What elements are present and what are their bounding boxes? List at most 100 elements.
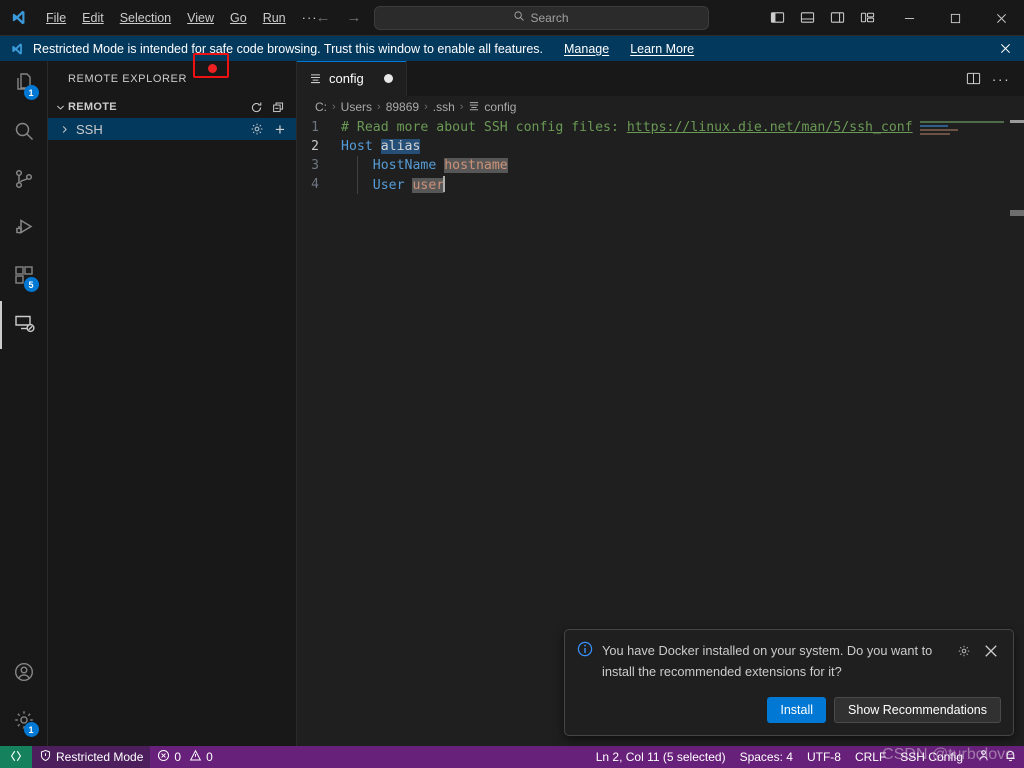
- vscode-logo-icon: [10, 42, 24, 56]
- tab-label: config: [329, 71, 364, 86]
- sidebar-item-explorer[interactable]: 1: [0, 61, 48, 109]
- remote-icon: [9, 749, 23, 766]
- code-line-3[interactable]: 3 HostName hostname: [297, 156, 918, 175]
- sidebar-item-run-and-debug[interactable]: [0, 205, 48, 253]
- collapse-all-icon[interactable]: [268, 97, 288, 117]
- go-forward-icon[interactable]: →: [347, 10, 362, 25]
- remote-explorer-icon: [12, 311, 36, 340]
- sidebar-item-extensions[interactable]: 5: [0, 253, 48, 301]
- status-problems[interactable]: 0 0: [150, 746, 219, 768]
- sidebar-item-remote-explorer[interactable]: [0, 301, 48, 349]
- refresh-icon[interactable]: [246, 97, 266, 117]
- menu-edit-label: Edit: [82, 10, 104, 25]
- search-icon: [513, 10, 525, 25]
- overview-ruler-mark: [1010, 120, 1024, 123]
- sidebar-item-source-control[interactable]: [0, 157, 48, 205]
- code-line-1[interactable]: 1 # Read more about SSH config files: ht…: [297, 118, 918, 137]
- navigation-arrows: ← →: [316, 10, 362, 25]
- sidebar-remote-explorer: REMOTE EXPLORER REMOTE SSH +: [48, 53, 297, 746]
- tab-dirty-indicator[interactable]: [383, 74, 393, 83]
- status-editor-selection[interactable]: Ln 2, Col 11 (5 selected): [589, 746, 733, 768]
- add-new-icon[interactable]: +: [270, 119, 290, 139]
- notification-icon-actions: [954, 641, 1001, 661]
- breadcrumb-item-4[interactable]: config: [468, 100, 516, 115]
- vscode-window: File Edit Selection View Go Run ··· ← → …: [0, 0, 1024, 768]
- breadcrumb-separator: ›: [459, 101, 464, 113]
- breadcrumb-item-2[interactable]: 89869: [386, 100, 419, 114]
- menu-run[interactable]: Run: [255, 7, 294, 29]
- tree-item-ssh[interactable]: SSH +: [48, 118, 296, 140]
- show-recommendations-button[interactable]: Show Recommendations: [834, 697, 1001, 723]
- overview-ruler-mark: [1010, 210, 1024, 216]
- minimap-line: [920, 129, 958, 131]
- sidebar-item-accounts[interactable]: [0, 650, 48, 698]
- toggle-panel-icon[interactable]: [794, 5, 820, 31]
- banner-close-icon[interactable]: [995, 39, 1015, 59]
- banner-link-learn-more[interactable]: Learn More: [630, 42, 694, 56]
- line-number: 1: [311, 120, 319, 135]
- status-indentation[interactable]: Spaces: 4: [733, 746, 800, 768]
- line-number: 2: [311, 139, 319, 154]
- code-line-2[interactable]: 2 Host alias: [297, 137, 918, 156]
- command-center-search[interactable]: Search: [373, 5, 709, 30]
- editor-tab-bar: config ···: [297, 61, 1024, 96]
- info-icon: [577, 641, 593, 657]
- sidebar-item-manage-settings[interactable]: 1: [0, 698, 48, 746]
- menu-file-label: File: [46, 10, 67, 25]
- error-icon: [157, 749, 170, 765]
- customize-layout-icon[interactable]: [854, 5, 880, 31]
- toggle-primary-sidebar-icon[interactable]: [764, 5, 790, 31]
- breadcrumb-item-3[interactable]: .ssh: [433, 100, 455, 114]
- split-editor-icon[interactable]: [960, 66, 986, 92]
- status-screencast-mode[interactable]: [970, 746, 997, 768]
- status-eol[interactable]: CRLF: [848, 746, 893, 768]
- notification-buttons: Install Show Recommendations: [577, 697, 1001, 723]
- status-language-mode[interactable]: SSH Config: [893, 746, 970, 768]
- title-bar-right: [764, 0, 1024, 35]
- menu-view[interactable]: View: [179, 7, 222, 29]
- status-remote-indicator[interactable]: [0, 746, 32, 768]
- code-line-4[interactable]: 4 User user: [297, 175, 918, 194]
- person-icon: [977, 749, 990, 765]
- gear-icon[interactable]: [954, 641, 974, 661]
- status-restricted-mode[interactable]: Restricted Mode: [32, 746, 151, 768]
- status-warning-count: 0: [206, 750, 213, 764]
- sidebar-item-search[interactable]: [0, 109, 48, 157]
- code-token-value: user: [412, 178, 445, 193]
- configure-gear-icon[interactable]: [246, 119, 268, 139]
- close-icon[interactable]: [981, 641, 1001, 661]
- tab-config[interactable]: config: [297, 61, 407, 96]
- menu-selection[interactable]: Selection: [112, 7, 179, 29]
- shield-icon: [39, 749, 52, 765]
- breadcrumb-item-0[interactable]: C:: [315, 100, 327, 114]
- toggle-secondary-sidebar-icon[interactable]: [824, 5, 850, 31]
- install-button[interactable]: Install: [767, 697, 827, 723]
- indent-guide: [357, 156, 358, 194]
- breadcrumb-separator: ›: [332, 101, 336, 113]
- notification-toast[interactable]: You have Docker installed on your system…: [564, 628, 1014, 736]
- editor-group: config ··· C: › Users › 89869 › .ssh › c…: [297, 61, 1024, 746]
- code-token-url[interactable]: https://linux.die.net/man/5/ssh_conf: [627, 120, 913, 135]
- menu-run-label: Run: [262, 10, 286, 25]
- menu-go[interactable]: Go: [222, 7, 255, 29]
- status-notifications-bell[interactable]: [997, 746, 1024, 768]
- menu-edit[interactable]: Edit: [74, 7, 112, 29]
- breadcrumb-item-1[interactable]: Users: [341, 100, 372, 114]
- status-encoding[interactable]: UTF-8: [800, 746, 848, 768]
- code-token-comment: # Read more about SSH config files:: [341, 120, 627, 135]
- menu-file[interactable]: File: [38, 7, 74, 29]
- notification-message: You have Docker installed on your system…: [602, 642, 933, 679]
- minimize-icon[interactable]: [886, 0, 932, 36]
- go-back-icon[interactable]: ←: [316, 10, 331, 25]
- section-header-remote[interactable]: REMOTE: [48, 96, 296, 118]
- explorer-badge: 1: [23, 85, 39, 100]
- more-actions-icon[interactable]: ···: [988, 66, 1014, 92]
- breadcrumb-separator: ›: [377, 101, 381, 113]
- source-control-icon: [12, 167, 36, 196]
- close-icon[interactable]: [978, 0, 1024, 36]
- status-bar-right: Ln 2, Col 11 (5 selected) Spaces: 4 UTF-…: [589, 746, 1024, 768]
- banner-link-manage[interactable]: Manage: [564, 42, 609, 56]
- account-icon: [12, 660, 36, 689]
- notification-top-row: You have Docker installed on your system…: [577, 640, 1001, 682]
- maximize-icon[interactable]: [932, 0, 978, 36]
